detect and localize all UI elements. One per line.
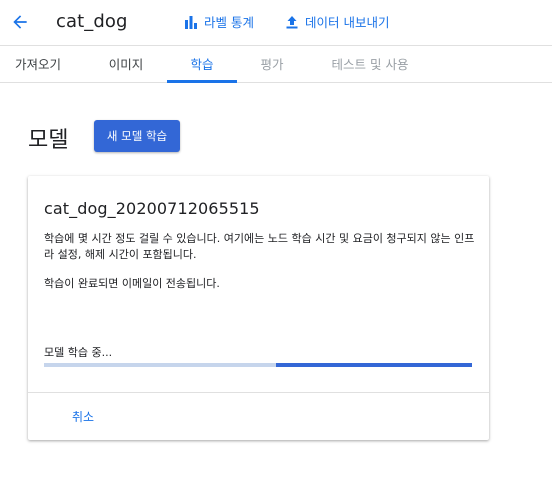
training-card: cat_dog_20200712065515 학습에 몇 시간 정도 걸릴 수 … [28, 176, 489, 440]
tab-bar: 가져오기 이미지 학습 평가 테스트 및 사용 [0, 45, 552, 83]
train-new-model-button[interactable]: 새 모델 학습 [94, 120, 180, 152]
progress-bar [44, 363, 472, 367]
training-description: 학습에 몇 시간 정도 걸릴 수 있습니다. 여기에는 노드 학습 시간 및 요… [44, 232, 475, 261]
tab-train[interactable]: 학습 [167, 46, 237, 83]
tab-evaluate: 평가 [260, 57, 284, 72]
export-data-label: 데이터 내보내기 [305, 15, 390, 30]
tab-images[interactable]: 이미지 [88, 46, 164, 83]
cancel-button[interactable]: 취소 [60, 402, 106, 430]
progress-bar-fill [276, 363, 472, 367]
card-divider [28, 392, 489, 393]
progress-label: 모델 학습 중... [44, 346, 113, 359]
bar-chart-icon [183, 14, 199, 30]
upload-icon [284, 14, 300, 30]
arrow-back-icon [13, 15, 27, 29]
active-tab-indicator [167, 80, 237, 83]
page-title: 모델 [28, 128, 69, 153]
tab-import[interactable]: 가져오기 [0, 46, 76, 83]
email-notice: 학습이 완료되면 이메일이 전송됩니다. [44, 277, 220, 290]
tab-test-and-use: 테스트 및 사용 [331, 57, 409, 72]
label-stats-button[interactable]: 라벨 통계 [183, 12, 254, 31]
app-header: cat_dog 라벨 통계 데이터 내보내기 [0, 0, 552, 44]
label-stats-label: 라벨 통계 [204, 15, 254, 30]
export-data-button[interactable]: 데이터 내보내기 [284, 12, 389, 31]
back-button[interactable] [8, 8, 32, 36]
model-name: cat_dog_20200712065515 [44, 199, 260, 218]
dataset-title: cat_dog [56, 11, 128, 32]
